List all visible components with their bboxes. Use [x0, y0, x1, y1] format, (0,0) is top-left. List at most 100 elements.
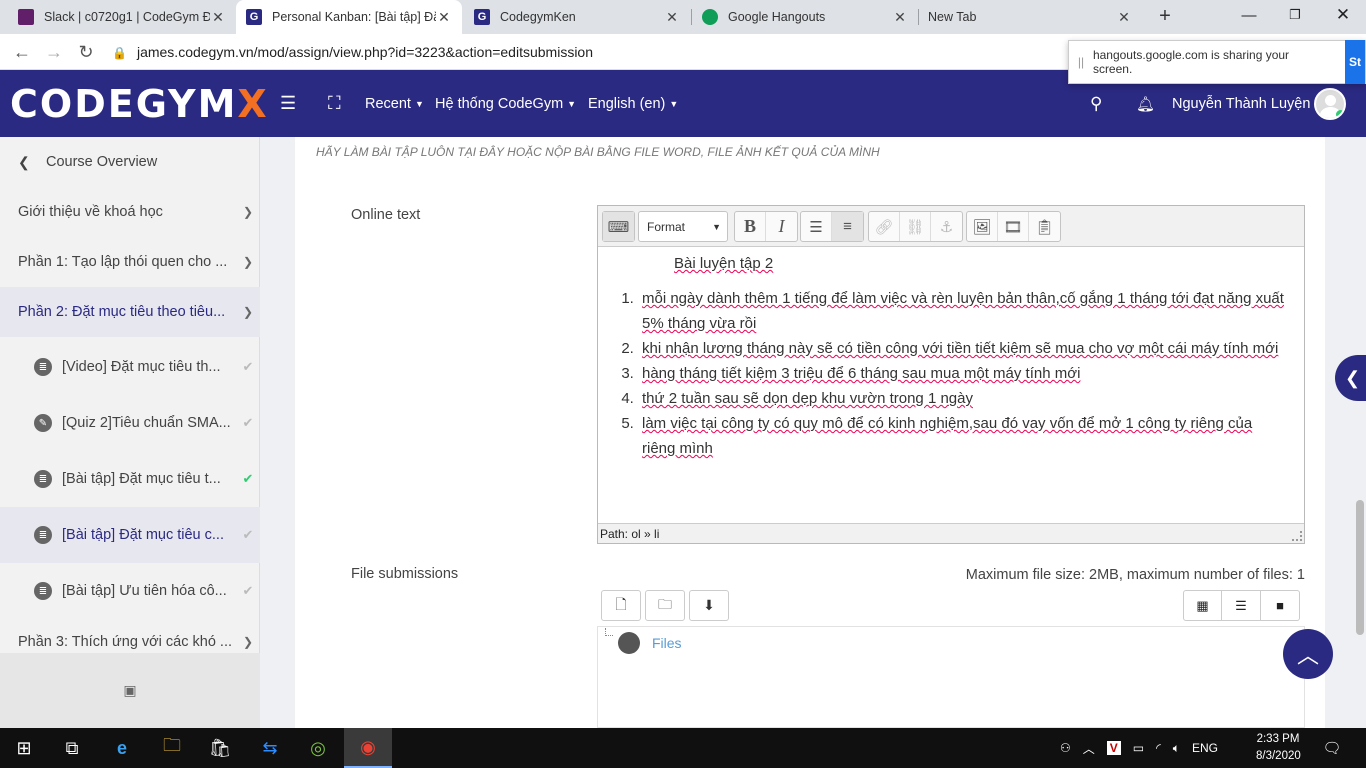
- drag-handle-icon[interactable]: ||: [1069, 55, 1093, 69]
- close-icon[interactable]: ✕: [892, 9, 908, 26]
- paste-icon[interactable]: 📋︎: [1029, 212, 1060, 241]
- resize-handle-icon[interactable]: [1292, 531, 1302, 541]
- browser-tab-codegymken[interactable]: G CodegymKen ✕: [464, 0, 690, 34]
- tree-view-button[interactable]: ■: [1261, 590, 1300, 621]
- checkmark-icon[interactable]: ✔: [236, 527, 260, 543]
- checkmark-icon[interactable]: ✔: [236, 415, 260, 431]
- fullscreen-icon[interactable]: ⛶: [328, 70, 341, 137]
- page-scrollbar[interactable]: [1356, 500, 1364, 635]
- codegym-logo[interactable]: CODEGYMX: [10, 82, 269, 126]
- instructions-text: HÃY LÀM BÀI TẬP LUÔN TẠI ĐÂY HOẶC NỘP BÀ…: [316, 145, 880, 159]
- antivirus-icon[interactable]: V: [1106, 741, 1121, 755]
- chrome-icon[interactable]: ◉: [344, 728, 392, 768]
- windows-taskbar: ⊞ ⧉ e 🗀 🛍︎ ⇆ ◎ ◉ ⚇ ︿ V ▭ ◜ 🔈︎ ENG 2:33 P…: [0, 728, 1366, 768]
- keyboard-icon[interactable]: ⌨: [603, 212, 634, 241]
- sidebar-item-assignment-2[interactable]: ≣ [Bài tập] Đặt mục tiêu c... ✔: [0, 507, 260, 563]
- sidebar-item-part1[interactable]: Phần 1: Tạo lập thói quen cho ... ❯: [0, 237, 260, 287]
- close-icon[interactable]: ✕: [664, 9, 680, 26]
- browser-tab-kanban[interactable]: G Personal Kanban: [Bài tập] Đặt ✕: [236, 0, 462, 34]
- chevron-right-icon: ❯: [242, 255, 254, 269]
- video-icon[interactable]: 🎞︎: [998, 212, 1029, 241]
- forward-button[interactable]: →: [42, 40, 66, 64]
- file-explorer-icon[interactable]: 🗀: [148, 728, 196, 768]
- toolbar-group-media: 🖼︎ 🎞︎ 📋︎: [966, 211, 1061, 242]
- tab-title: Google Hangouts: [728, 10, 826, 24]
- reload-button[interactable]: ↻: [74, 40, 98, 64]
- tree-connector: [605, 628, 613, 636]
- goal-list: mỗi ngày dành thêm 1 tiếng để làm việc v…: [638, 286, 1288, 461]
- sidebar-item-quiz[interactable]: ✎ [Quiz 2]Tiêu chuẩn SMA... ✔: [0, 395, 260, 451]
- bold-button[interactable]: B: [735, 212, 766, 241]
- maximize-button[interactable]: ❐: [1272, 0, 1318, 30]
- teamviewer-icon[interactable]: ⇆: [246, 728, 294, 768]
- create-folder-button[interactable]: 🗀: [645, 590, 685, 621]
- new-tab-button[interactable]: +: [1154, 5, 1176, 27]
- format-select[interactable]: Format ▼: [638, 211, 728, 242]
- add-file-button[interactable]: 🗋: [601, 590, 641, 621]
- app-icon[interactable]: ◎: [294, 728, 342, 768]
- hamburger-menu-icon[interactable]: ☰: [280, 70, 296, 137]
- slack-icon: [18, 9, 34, 25]
- window-close-button[interactable]: ✕: [1320, 0, 1366, 30]
- language-indicator[interactable]: ENG: [1192, 741, 1218, 755]
- list-item: mỗi ngày dành thêm 1 tiếng để làm việc v…: [638, 286, 1288, 336]
- grid-view-button[interactable]: ▦: [1183, 590, 1222, 621]
- unlink-icon[interactable]: ⛓: [900, 212, 931, 241]
- back-button[interactable]: ←: [10, 40, 34, 64]
- numbered-list-button[interactable]: ≡: [832, 212, 863, 241]
- nav-recent[interactable]: Recent ▼: [365, 70, 424, 137]
- checkmark-icon[interactable]: ✔: [236, 471, 260, 487]
- battery-icon[interactable]: ▭: [1133, 741, 1144, 755]
- tab-title: Personal Kanban: [Bài tập] Đặt: [272, 10, 436, 24]
- list-view-button[interactable]: ☰: [1222, 590, 1261, 621]
- file-drop-area[interactable]: [597, 626, 1305, 728]
- sidebar-item-video[interactable]: ≣ [Video] Đặt mục tiêu th... ✔: [0, 339, 260, 395]
- chevron-right-icon: ❯: [242, 305, 254, 319]
- edge-icon[interactable]: e: [98, 728, 146, 768]
- assignment-icon: ≣: [34, 582, 52, 600]
- sidebar-item-intro[interactable]: Giới thiệu về khoá học ❯: [0, 187, 260, 237]
- checkmark-icon[interactable]: ✔: [236, 583, 260, 599]
- editor-content[interactable]: Bài luyện tập 2 mỗi ngày dành thêm 1 tiế…: [598, 247, 1304, 523]
- avatar[interactable]: [1314, 88, 1346, 120]
- archive-icon[interactable]: ▣: [0, 653, 260, 728]
- nav-system[interactable]: Hệ thống CodeGym ▼: [435, 70, 576, 137]
- stop-sharing-button[interactable]: St: [1345, 40, 1365, 84]
- grid-icon: ▦: [1196, 597, 1209, 613]
- nav-language[interactable]: English (en) ▼: [588, 70, 678, 137]
- chevron-down-icon: ▼: [567, 98, 577, 109]
- sidebar-item-part2[interactable]: Phần 2: Đặt mục tiêu theo tiêu... ❯: [0, 287, 260, 337]
- download-all-button[interactable]: ⬇: [689, 590, 729, 621]
- link-icon[interactable]: 🔗︎: [869, 212, 900, 241]
- anchor-icon[interactable]: ⚓︎: [931, 212, 962, 241]
- windows-start-icon[interactable]: ⊞: [0, 728, 48, 768]
- sidebar-item-assignment-3[interactable]: ≣ [Bài tập] Ưu tiên hóa cô... ✔: [0, 563, 260, 619]
- browser-tab-hangouts[interactable]: Google Hangouts ✕: [692, 0, 918, 34]
- italic-button[interactable]: I: [766, 212, 797, 241]
- browser-tab-slack[interactable]: Slack | c0720g1 | CodeGym Đà ✕: [8, 0, 236, 34]
- chevron-up-icon[interactable]: ︿: [1083, 740, 1095, 757]
- checkmark-icon[interactable]: ✔: [236, 359, 260, 375]
- file-icon: 🗋: [615, 595, 627, 612]
- back-to-top-button[interactable]: ︿: [1283, 629, 1333, 679]
- bullet-list-button[interactable]: ☰: [801, 212, 832, 241]
- course-sidebar: ❮ Course Overview Giới thiệu về khoá học…: [0, 137, 260, 728]
- volume-icon[interactable]: 🔈︎: [1173, 741, 1180, 756]
- image-icon[interactable]: 🖼︎: [967, 212, 998, 241]
- minimize-button[interactable]: —: [1226, 0, 1272, 30]
- sidebar-item-assignment-1[interactable]: ≣ [Bài tập] Đặt mục tiêu t... ✔: [0, 451, 260, 507]
- store-icon[interactable]: 🛍︎: [196, 728, 244, 768]
- course-overview-link[interactable]: ❮ Course Overview: [0, 137, 260, 187]
- people-icon[interactable]: ⚇: [1060, 741, 1071, 755]
- clock[interactable]: 2:33 PM 8/3/2020: [1256, 731, 1301, 765]
- wifi-icon[interactable]: ◜: [1156, 741, 1161, 755]
- notifications-icon[interactable]: 🗨︎: [1310, 728, 1354, 768]
- close-icon[interactable]: ✕: [1116, 9, 1132, 26]
- close-icon[interactable]: ✕: [436, 9, 452, 26]
- task-view-icon[interactable]: ⧉: [48, 728, 96, 768]
- close-icon[interactable]: ✕: [210, 9, 226, 26]
- address-bar[interactable]: 🔒 james.codegym.vn/mod/assign/view.php?id…: [112, 36, 593, 68]
- codegym-icon: G: [246, 9, 262, 25]
- browser-tab-newtab[interactable]: New Tab ✕: [918, 0, 1142, 34]
- files-tree-node[interactable]: Files: [618, 632, 682, 654]
